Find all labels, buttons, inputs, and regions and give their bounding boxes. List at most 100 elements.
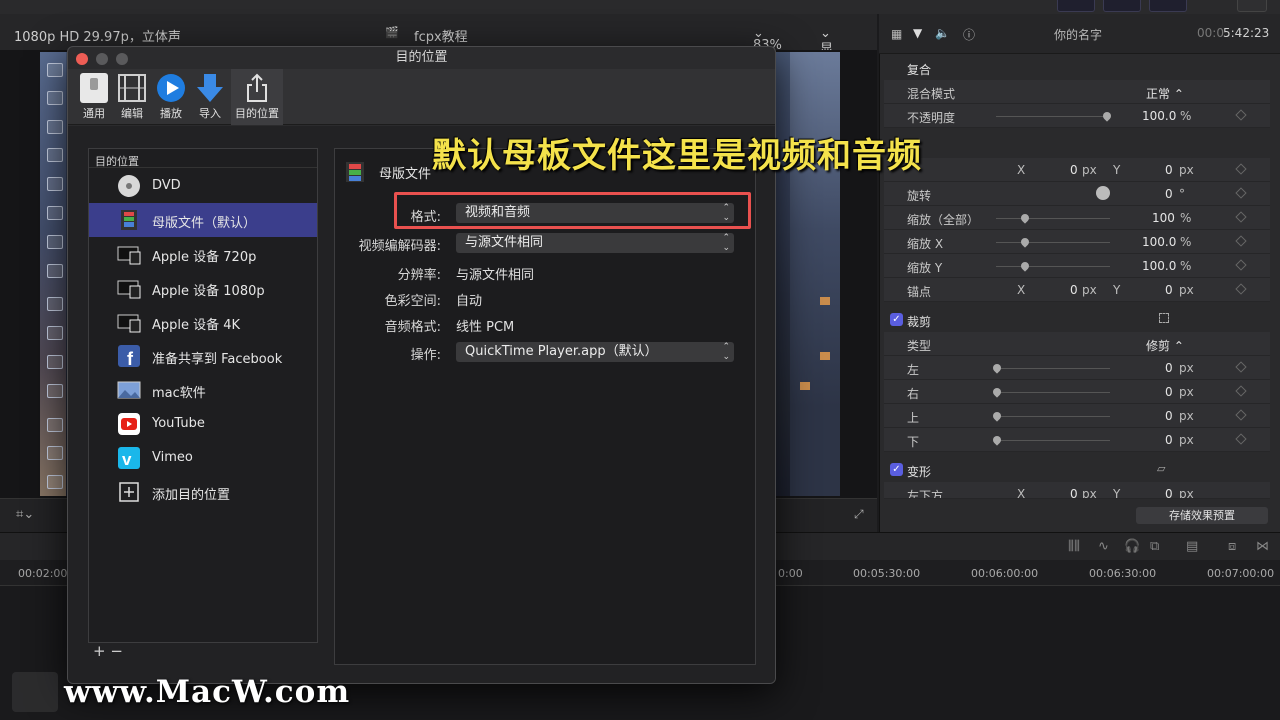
audio-icon[interactable]: 🔈 xyxy=(935,26,950,40)
rotation-row: 旋转 0 ° xyxy=(884,182,1270,206)
destination-facebook[interactable]: f 准备共享到 Facebook xyxy=(89,339,317,373)
opacity-value[interactable]: 100.0 xyxy=(1142,109,1176,123)
keyframe-icon[interactable] xyxy=(1235,433,1247,445)
zoom-menu[interactable]: 83% ⌄ xyxy=(753,26,782,53)
slider-knob[interactable] xyxy=(1019,212,1031,224)
x-label: X xyxy=(1017,283,1026,297)
scale-all-value[interactable]: 100 xyxy=(1152,211,1175,225)
crop-type-popup[interactable]: 修剪 ⌃ xyxy=(1146,337,1184,354)
slider-knob[interactable] xyxy=(1101,110,1113,122)
crop-top-value[interactable]: 0 xyxy=(1165,409,1173,423)
slider-knob[interactable] xyxy=(991,362,1003,374)
scale-all-row: 缩放（全部） 100 % xyxy=(884,206,1270,230)
share-button[interactable] xyxy=(1237,0,1267,12)
inspector-toggle-button[interactable] xyxy=(1149,0,1187,12)
slider-knob[interactable] xyxy=(991,434,1003,446)
slider-knob[interactable] xyxy=(991,410,1003,422)
keyframe-icon[interactable] xyxy=(1235,385,1247,397)
transform-menu-icon[interactable]: ⌗⌄ xyxy=(16,507,34,522)
snapping-icon[interactable]: ⧉ xyxy=(1150,539,1159,554)
audio-skimming-icon[interactable]: ∿ xyxy=(1098,539,1109,554)
add-icon xyxy=(119,482,139,502)
split-icon[interactable]: ⋈ xyxy=(1256,539,1269,554)
scale-slider[interactable] xyxy=(996,218,1110,219)
anchor-y[interactable]: 0 xyxy=(1165,283,1173,297)
codec-popup[interactable]: 与源文件相同 ⌃ ⌄ xyxy=(456,233,734,253)
video-building xyxy=(790,52,840,496)
destination-label: YouTube xyxy=(152,416,205,431)
add-remove-buttons[interactable]: + − xyxy=(88,643,318,661)
crop-checkbox[interactable]: ✓ xyxy=(890,313,903,326)
waveform-icon[interactable]: ⫼⫼ xyxy=(1068,539,1080,554)
rotation-value[interactable]: 0 xyxy=(1165,187,1173,201)
download-arrow-icon xyxy=(197,74,223,102)
crop-bottom-slider[interactable] xyxy=(996,440,1110,441)
distort-checkbox[interactable]: ✓ xyxy=(890,463,903,476)
keyframe-icon[interactable] xyxy=(1235,409,1247,421)
keyframe-icon[interactable] xyxy=(1235,211,1247,223)
slider-knob[interactable] xyxy=(991,386,1003,398)
crop-top-slider[interactable] xyxy=(996,416,1110,417)
action-popup[interactable]: QuickTime Player.app（默认） ⌃ ⌄ xyxy=(456,342,734,362)
crop-left-value[interactable]: 0 xyxy=(1165,361,1173,375)
layout-button[interactable] xyxy=(1057,0,1095,12)
rotation-dial[interactable] xyxy=(1096,186,1110,200)
display-menu[interactable]: 显示 ⌄ xyxy=(820,26,833,76)
keyframe-icon[interactable] xyxy=(1235,259,1247,271)
bottom-left-y[interactable]: 0 xyxy=(1165,487,1173,498)
keyframe-icon[interactable] xyxy=(1235,109,1247,121)
scale-x-slider[interactable] xyxy=(996,242,1110,243)
strip-cell xyxy=(47,235,63,249)
keyframe-icon[interactable] xyxy=(1235,283,1247,295)
blend-mode-popup[interactable]: 正常 ⌃ xyxy=(1146,85,1184,102)
destination-apple-720p[interactable]: Apple 设备 720p xyxy=(89,237,317,271)
crop-tool-icon[interactable] xyxy=(1159,313,1169,323)
crop-left-slider[interactable] xyxy=(996,368,1110,369)
destination-name[interactable]: 母版文件 xyxy=(379,163,431,182)
keyframe-icon[interactable] xyxy=(1235,187,1247,199)
unit: ° xyxy=(1179,187,1185,201)
unit: px xyxy=(1082,487,1097,499)
opacity-slider[interactable] xyxy=(996,116,1110,117)
ruler-timecode: 00:02:00 xyxy=(18,567,68,580)
save-effects-preset-button[interactable]: 存储效果预置 xyxy=(1136,507,1268,524)
tab-import[interactable]: 导入 xyxy=(186,69,234,125)
anchor-x[interactable]: 0 xyxy=(1070,283,1078,297)
scale-x-value[interactable]: 100.0 xyxy=(1142,235,1176,249)
film-icon[interactable]: ▦ xyxy=(891,27,902,41)
tab-label: 导入 xyxy=(199,107,221,120)
destination-vimeo[interactable]: v Vimeo xyxy=(89,441,317,475)
filter-icon[interactable]: ▼ xyxy=(913,26,922,40)
fullscreen-icon[interactable]: ⤢ xyxy=(854,507,864,522)
scale-y-value[interactable]: 100.0 xyxy=(1142,259,1176,273)
ruler-timecode: 00:05:30:00 xyxy=(853,567,921,580)
position-y[interactable]: 0 xyxy=(1165,163,1173,177)
crop-right-value[interactable]: 0 xyxy=(1165,385,1173,399)
unit: px xyxy=(1179,433,1194,447)
crop-right-slider[interactable] xyxy=(996,392,1110,393)
slider-knob[interactable] xyxy=(1019,236,1031,248)
keyframe-icon[interactable] xyxy=(1235,361,1247,373)
keyframe-icon[interactable] xyxy=(1235,163,1247,175)
add-destination[interactable]: 添加目的位置 xyxy=(89,475,317,509)
tab-destinations[interactable]: 目的位置 xyxy=(231,69,283,125)
destination-mac-software[interactable]: mac软件 xyxy=(89,373,317,407)
destination-apple-4k[interactable]: Apple 设备 4K xyxy=(89,305,317,339)
headphones-icon[interactable]: 🎧 xyxy=(1124,539,1140,554)
info-icon[interactable]: ⓘ xyxy=(963,26,975,43)
distort-tool-icon[interactable]: ▱ xyxy=(1157,462,1165,475)
clip-appearance-icon[interactable]: ▤ xyxy=(1186,539,1198,554)
destination-label: Apple 设备 4K xyxy=(152,318,241,333)
position-x[interactable]: 0 xyxy=(1070,163,1078,177)
slider-knob[interactable] xyxy=(1019,260,1031,272)
destination-master-file[interactable]: 母版文件（默认） xyxy=(89,203,317,237)
keyframe-icon[interactable] xyxy=(1235,235,1247,247)
overlay-icon[interactable]: ⧈ xyxy=(1228,539,1236,554)
bottom-left-x[interactable]: 0 xyxy=(1070,487,1078,498)
destination-youtube[interactable]: YouTube xyxy=(89,407,317,441)
layout-button[interactable] xyxy=(1103,0,1141,12)
crop-bottom-value[interactable]: 0 xyxy=(1165,433,1173,447)
destination-apple-1080p[interactable]: Apple 设备 1080p xyxy=(89,271,317,305)
scale-y-slider[interactable] xyxy=(996,266,1110,267)
destination-dvd[interactable]: DVD xyxy=(89,169,317,203)
